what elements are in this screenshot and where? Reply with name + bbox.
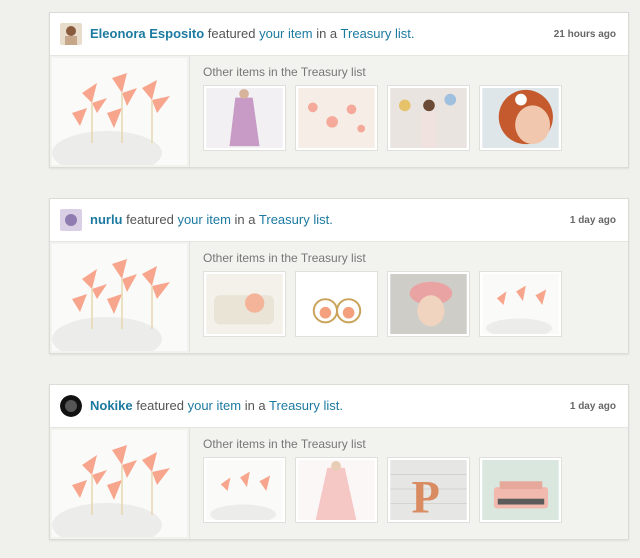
other-items-panel: Other items in the Treasury list (189, 56, 628, 167)
other-items-panel: Other items in the Treasury list P (189, 428, 628, 539)
activity-card: Nokike featured your item in a Treasury … (49, 384, 629, 540)
pinwheel-image (52, 244, 187, 351)
activity-card: Eleonora Esposito featured your item in … (49, 12, 629, 168)
featured-text: featured (207, 26, 256, 41)
card-header: Eleonora Esposito featured your item in … (50, 13, 628, 56)
other-items-label: Other items in the Treasury list (203, 251, 366, 265)
username-link[interactable]: nurlu (90, 212, 123, 227)
item-thumb-paper-hearts[interactable] (295, 85, 378, 151)
card-body: Other items in the Treasury list (50, 56, 628, 167)
item-thumb-pinwheels[interactable] (479, 271, 562, 337)
timestamp: 1 day ago (569, 215, 616, 226)
pinwheel-image (52, 430, 187, 537)
username-link[interactable]: Eleonora Esposito (90, 26, 204, 41)
treasury-list-link[interactable]: Treasury list. (259, 212, 333, 227)
item-thumb-pink-typewriter[interactable] (479, 457, 562, 523)
user-avatar[interactable] (60, 23, 82, 45)
item-thumb-woman-balloons[interactable] (387, 85, 470, 151)
activity-headline: Nokike featured your item in a Treasury … (90, 398, 343, 413)
your-item-link[interactable]: your item (259, 26, 312, 41)
item-thumb-pinwheels[interactable] (203, 457, 286, 523)
item-thumb-red-hair[interactable] (479, 85, 562, 151)
featured-text: featured (126, 212, 174, 227)
in-a-text: in a (234, 212, 256, 227)
user-avatar[interactable] (60, 209, 82, 231)
username-link[interactable]: Nokike (90, 398, 133, 413)
card-header: nurlu featured your item in a Treasury l… (50, 199, 628, 242)
featured-text: featured (136, 398, 184, 413)
other-items-label: Other items in the Treasury list (203, 437, 366, 451)
activity-headline: Eleonora Esposito featured your item in … (90, 26, 414, 41)
user-avatar[interactable] (60, 395, 82, 417)
item-thumb-peach-earrings[interactable] (295, 271, 378, 337)
your-item-link[interactable]: your item (177, 212, 230, 227)
pinwheel-image (52, 58, 187, 165)
other-items-label: Other items in the Treasury list (203, 65, 366, 79)
treasury-list-link[interactable]: Treasury list. (341, 26, 415, 41)
featured-item-image[interactable] (52, 244, 187, 351)
item-thumb-lavender-dress[interactable] (203, 85, 286, 151)
your-item-link[interactable]: your item (188, 398, 241, 413)
in-a-text: in a (244, 398, 266, 413)
svg-text:P: P (412, 472, 440, 520)
card-body: Other items in the Treasury list (50, 242, 628, 353)
item-thumb-flower-clutch[interactable] (203, 271, 286, 337)
activity-card: nurlu featured your item in a Treasury l… (49, 198, 629, 354)
treasury-list-link[interactable]: Treasury list. (269, 398, 343, 413)
other-items-panel: Other items in the Treasury list (189, 242, 628, 353)
card-header: Nokike featured your item in a Treasury … (50, 385, 628, 428)
item-thumb-crochet-hat[interactable] (387, 271, 470, 337)
timestamp: 1 day ago (569, 401, 616, 412)
item-thumb-pink-dress[interactable] (295, 457, 378, 523)
featured-item-image[interactable] (52, 430, 187, 537)
featured-item-image[interactable] (52, 58, 187, 165)
card-body: Other items in the Treasury list P (50, 428, 628, 539)
item-thumb-letter-p[interactable]: P (387, 457, 470, 523)
timestamp: 21 hours ago (553, 29, 616, 40)
in-a-text: in a (316, 26, 338, 41)
activity-headline: nurlu featured your item in a Treasury l… (90, 212, 333, 227)
